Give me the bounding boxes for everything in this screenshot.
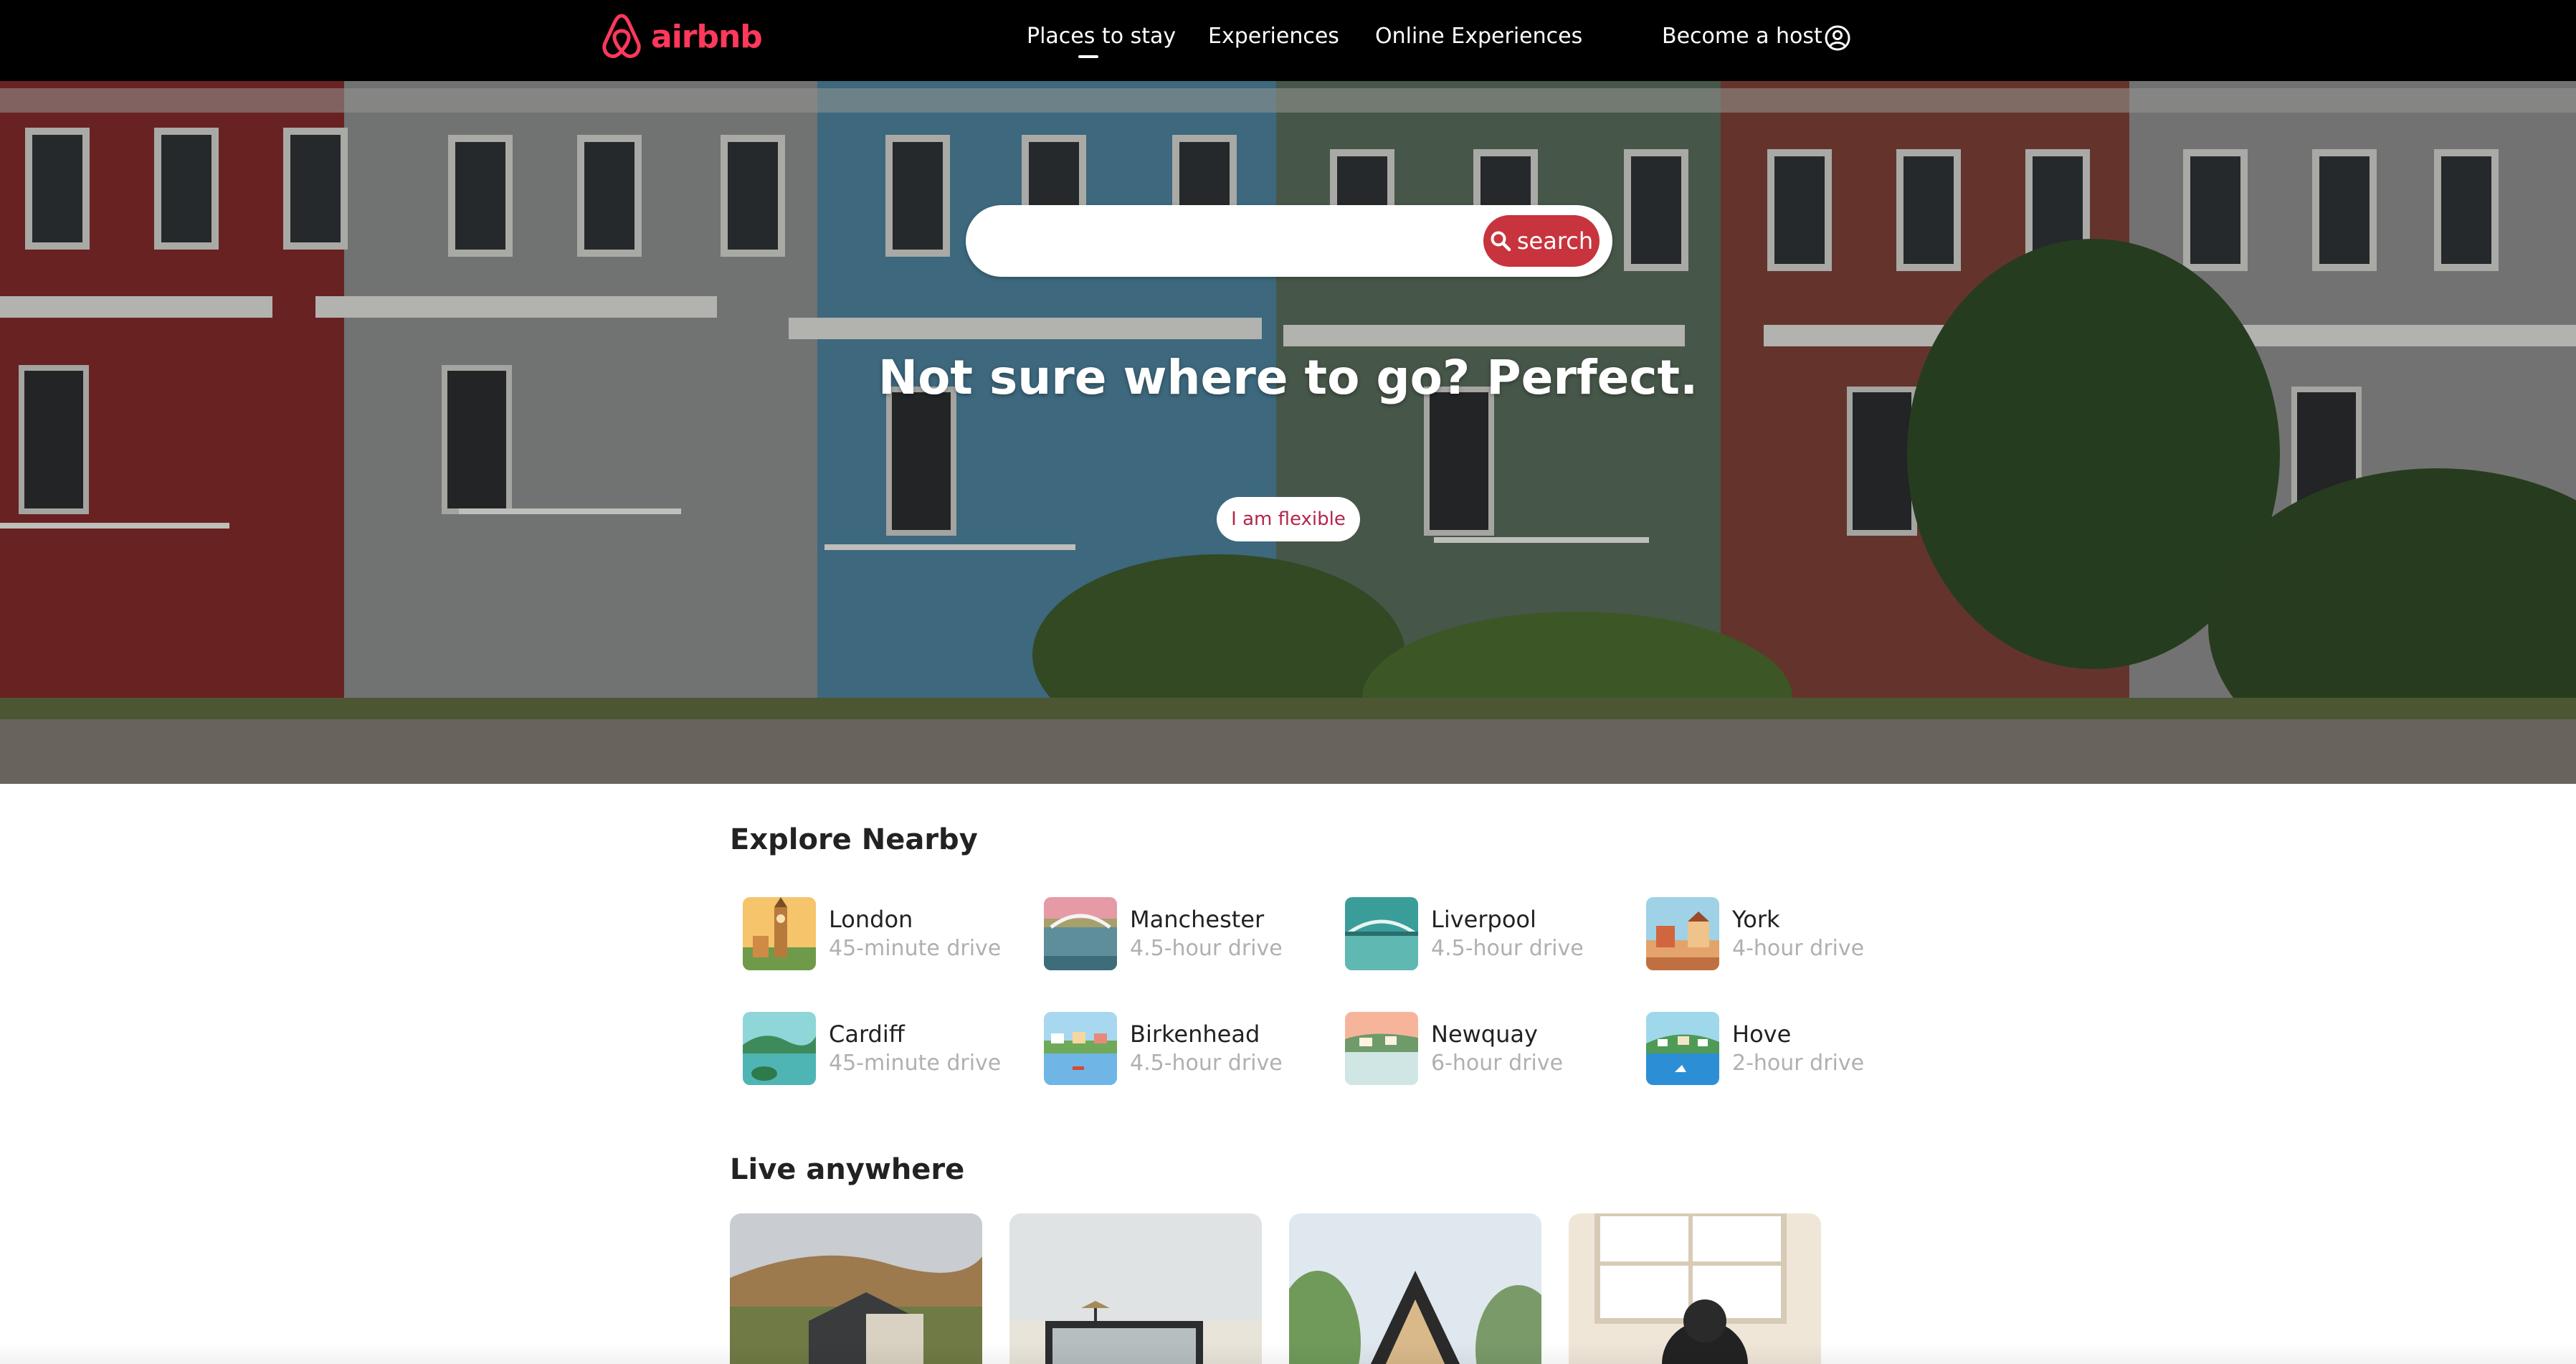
manchester-bridge-image: [1044, 897, 1117, 970]
nav-online-experiences[interactable]: Online Experiences: [1375, 24, 1582, 49]
newquay-coast-image: [1345, 1012, 1418, 1085]
place-drive-time: 4.5-hour drive: [1130, 936, 1283, 961]
a-frame-cabin-image: [1289, 1213, 1541, 1364]
search-input[interactable]: [997, 221, 1427, 261]
place-drive-time: 6-hour drive: [1431, 1051, 1564, 1076]
live-card-a-frame[interactable]: [1289, 1213, 1541, 1364]
cardiff-lake-image: [743, 1012, 816, 1085]
live-anywhere-cards: [730, 1213, 1834, 1364]
london-bigben-image: [743, 897, 816, 970]
place-name: Birkenhead: [1130, 1020, 1260, 1048]
hove-seaside-image: [1646, 1012, 1719, 1085]
place-drive-time: 4.5-hour drive: [1431, 936, 1584, 961]
york-village-image: [1646, 897, 1719, 970]
place-drive-time: 45-minute drive: [829, 1051, 1002, 1076]
place-name: Manchester: [1130, 906, 1265, 933]
place-london[interactable]: London 45-minute drive: [743, 896, 1030, 971]
live-card-hillside-cabin[interactable]: [730, 1213, 982, 1364]
airbnb-logo[interactable]: airbnb: [601, 11, 763, 62]
liverpool-bridge-image: [1345, 897, 1418, 970]
dog-in-home-image: [1569, 1213, 1821, 1364]
place-name: Cardiff: [829, 1020, 905, 1048]
explore-nearby-title: Explore Nearby: [730, 823, 978, 856]
nav-experiences[interactable]: Experiences: [1208, 24, 1339, 49]
live-card-dog-home[interactable]: [1569, 1213, 1821, 1364]
search-button[interactable]: search: [1483, 215, 1600, 267]
search-button-label: search: [1516, 227, 1594, 255]
place-hove[interactable]: Hove 2-hour drive: [1646, 1011, 1933, 1086]
place-drive-time: 4-hour drive: [1732, 936, 1865, 961]
i-am-flexible-button[interactable]: I am flexible: [1217, 497, 1360, 541]
place-cardiff[interactable]: Cardiff 45-minute drive: [743, 1011, 1030, 1086]
user-circle-icon[interactable]: [1824, 24, 1851, 52]
place-name: Liverpool: [1431, 906, 1536, 933]
live-card-beach-house[interactable]: [1009, 1213, 1262, 1364]
birkenhead-harbour-image: [1044, 1012, 1117, 1085]
place-name: York: [1732, 906, 1780, 933]
place-name: London: [829, 906, 913, 933]
place-drive-time: 2-hour drive: [1732, 1051, 1865, 1076]
place-newquay[interactable]: Newquay 6-hour drive: [1345, 1011, 1632, 1086]
place-drive-time: 45-minute drive: [829, 936, 1002, 961]
search-bar: search: [966, 205, 1612, 277]
place-name: Newquay: [1431, 1020, 1538, 1048]
hero-title: Not sure where to go? Perfect.: [878, 350, 1698, 405]
place-york[interactable]: York 4-hour drive: [1646, 896, 1933, 971]
nav-places-to-stay[interactable]: Places to stay: [1027, 24, 1176, 58]
live-anywhere-title: Live anywhere: [730, 1153, 965, 1186]
airbnb-logo-icon: [602, 14, 641, 58]
hero-rowhouses-image: [0, 81, 2576, 784]
top-navigation: airbnb Places to stay Experiences Online…: [0, 0, 2576, 81]
magnifier-icon: [1491, 231, 1511, 252]
explore-nearby-grid: London 45-minute drive Manchester 4.5-hour…: [743, 896, 1890, 1090]
modern-beach-house-image: [1009, 1213, 1262, 1364]
place-manchester[interactable]: Manchester 4.5-hour drive: [1044, 896, 1331, 971]
place-name: Hove: [1732, 1020, 1792, 1048]
place-drive-time: 4.5-hour drive: [1130, 1051, 1283, 1076]
place-liverpool[interactable]: Liverpool 4.5-hour drive: [1345, 896, 1632, 971]
hillside-cabin-image: [730, 1213, 982, 1364]
become-a-host-link[interactable]: Become a host: [1662, 24, 1822, 49]
brand-name: airbnb: [651, 18, 763, 55]
place-birkenhead[interactable]: Birkenhead 4.5-hour drive: [1044, 1011, 1331, 1086]
hero-banner: search Not sure where to go? Perfect. I …: [0, 81, 2576, 784]
